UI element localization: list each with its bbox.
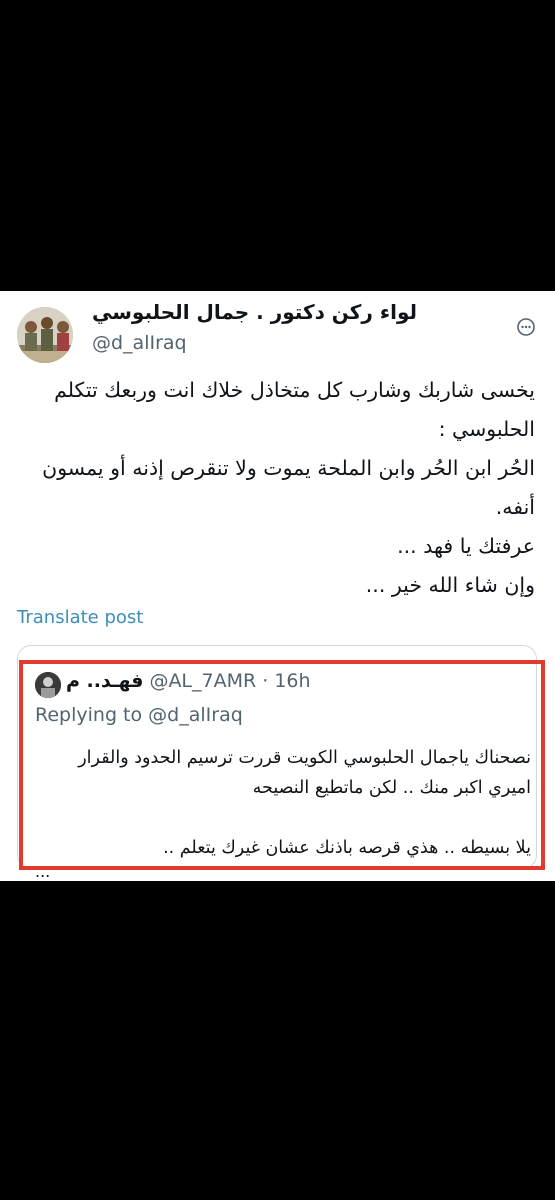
tweet-text-line: وإن شاء الله خير ...	[365, 573, 535, 597]
tweet-card: لواء ركن دكتور . جمال الحلبوسي @d_alIraq…	[0, 291, 555, 881]
tweet-text-line: الحلبوسي :	[438, 417, 535, 441]
author-handle[interactable]: @d_alIraq	[92, 332, 187, 354]
translate-post-link[interactable]: Translate post	[17, 607, 143, 628]
replying-prefix: Replying to	[35, 704, 143, 726]
quoted-text-line: يلا بسيطه .. هذي قرصه باذنك عشان غيرك يت…	[163, 838, 531, 858]
quoted-text-line: نصحناك ياجمال الحلبوسي الكويت قررت ترسيم…	[78, 748, 531, 768]
tweet-text-line: يخسى شاربك وشارب كل متخاذل خلاك انت وربع…	[54, 378, 535, 402]
tweet-text: يخسى شاربك وشارب كل متخاذل خلاك انت وربع…	[17, 371, 535, 605]
more-options-button[interactable]	[516, 317, 536, 337]
more-horizontal-icon	[517, 318, 535, 336]
quoted-tweet-text: نصحناك ياجمال الحلبوسي الكويت قررت ترسيم…	[31, 743, 531, 863]
quoted-author-avatar[interactable]	[35, 672, 61, 698]
quoted-handle-time[interactable]: @AL_7AMR · 16h	[149, 670, 310, 692]
tweet-text-line: عرفتك يا فهد ...	[397, 534, 535, 558]
quoted-header: فهـد.. م @AL_7AMR · 16h	[66, 670, 311, 692]
quoted-author-name[interactable]: فهـد.. م	[66, 670, 143, 692]
quoted-text-line	[31, 803, 531, 833]
tweet-text-line: أنفه.	[495, 495, 535, 519]
replying-to: Replying to @d_alIraq	[35, 704, 243, 726]
author-name[interactable]: لواء ركن دكتور . جمال الحلبوسي	[92, 300, 417, 324]
replying-handle-link[interactable]: @d_alIraq	[148, 704, 243, 726]
author-avatar[interactable]	[17, 307, 73, 363]
quoted-text-line: اميري اكبر منك .. لكن ماتطيع النصيحه	[252, 778, 531, 798]
quoted-ellipsis: ...	[35, 862, 51, 881]
tweet-text-line: الحُر ابن الحُر وابن الملحة يموت ولا تنق…	[42, 456, 535, 480]
